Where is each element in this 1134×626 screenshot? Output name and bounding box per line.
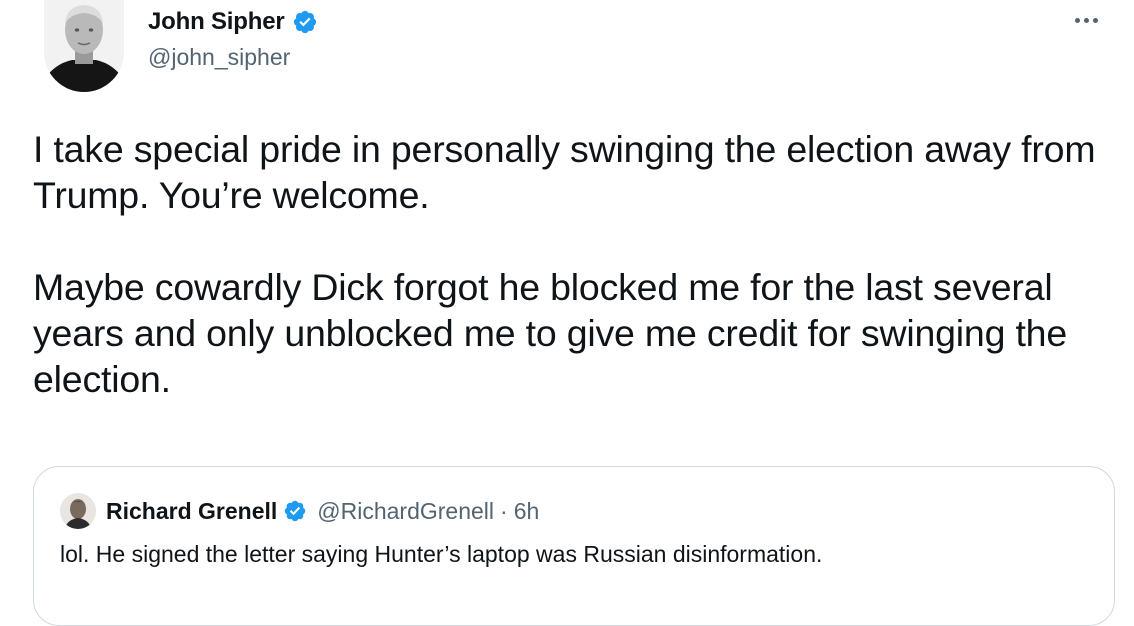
tweet-text: I take special pride in personally swing… <box>33 126 1113 402</box>
ellipsis-icon <box>1074 17 1080 23</box>
author-info: John Sipher @john_sipher <box>148 4 318 71</box>
quoted-author-display-name: Richard Grenell <box>106 497 278 524</box>
tweet-card: John Sipher @john_sipher I take special … <box>0 0 1134 626</box>
author-display-name[interactable]: John Sipher <box>148 8 285 36</box>
quoted-author-avatar <box>60 493 96 529</box>
ellipsis-icon <box>1083 17 1089 23</box>
quoted-tweet[interactable]: Richard Grenell @RichardGrenell · 6h lol… <box>33 466 1115 626</box>
tweet-paragraph: I take special pride in personally swing… <box>33 128 1096 216</box>
ellipsis-icon <box>1092 17 1098 23</box>
verified-badge-icon <box>285 500 306 522</box>
separator-dot: · <box>500 497 508 524</box>
quoted-tweet-timestamp[interactable]: 6h <box>514 498 540 525</box>
author-name-row: John Sipher <box>148 4 318 40</box>
tweet-paragraph: Maybe cowardly Dick forgot he blocked me… <box>33 266 1067 400</box>
author-avatar[interactable] <box>44 0 124 92</box>
quoted-tweet-text: lol. He signed the letter saying Hunter’… <box>60 541 823 567</box>
verified-badge-icon <box>294 10 317 34</box>
quoted-author-handle: @RichardGrenell <box>317 497 495 524</box>
quoted-tweet-header: Richard Grenell @RichardGrenell · 6h <box>60 491 539 531</box>
more-options-button[interactable] <box>1068 8 1104 32</box>
author-handle[interactable]: @john_sipher <box>148 44 318 71</box>
